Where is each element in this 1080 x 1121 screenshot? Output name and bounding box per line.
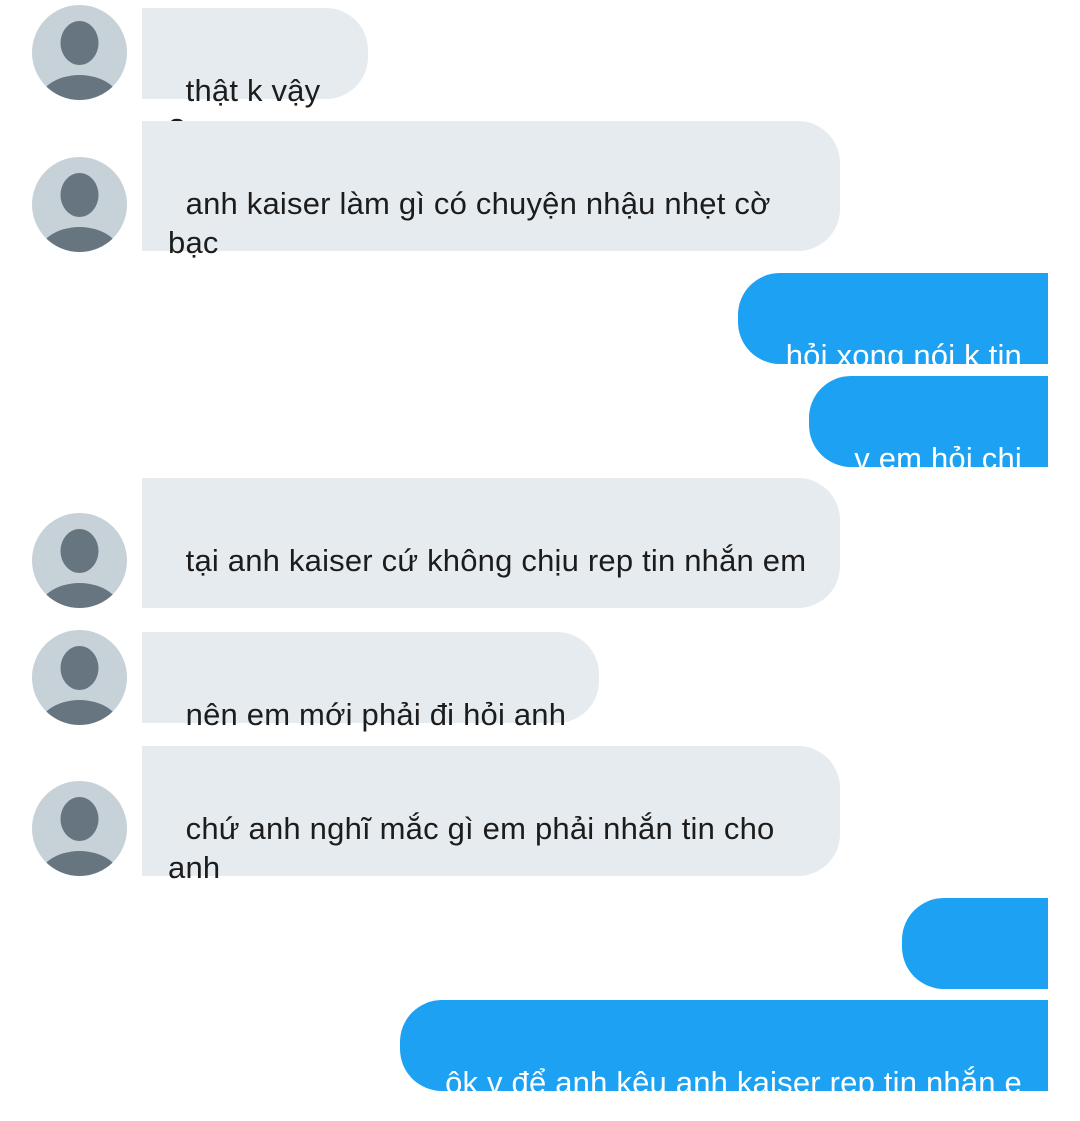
default-profile-icon [38, 646, 121, 725]
avatar[interactable] [32, 781, 127, 876]
default-profile-icon [38, 797, 121, 876]
outgoing-message-bubble[interactable]: ??? [902, 898, 1048, 1119]
outgoing-message-bubble[interactable]: v em hỏi chi [809, 376, 1048, 476]
avatar[interactable] [32, 157, 127, 252]
incoming-message-bubble[interactable]: tại anh kaiser cứ không chịu rep tin nhắ… [142, 478, 840, 608]
message-text: v em hỏi chi [854, 441, 1022, 476]
message-text: ôk v để anh kêu anh kaiser rep tin nhắn … [445, 1065, 1022, 1100]
default-profile-icon [38, 21, 121, 100]
incoming-message-bubble[interactable]: nên em mới phải đi hỏi anh [142, 632, 599, 732]
default-profile-icon [38, 173, 121, 252]
avatar[interactable] [32, 630, 127, 725]
outgoing-message-bubble[interactable]: ôk v để anh kêu anh kaiser rep tin nhắn … [400, 1000, 1048, 1100]
message-text: nên em mới phải đi hỏi anh [185, 697, 567, 732]
avatar[interactable] [32, 513, 127, 608]
default-profile-icon [38, 529, 121, 608]
message-text: hỏi xong nói k tin [785, 338, 1022, 373]
incoming-message-bubble[interactable]: chứ anh nghĩ mắc gì em phải nhắn tin cho… [142, 746, 840, 885]
avatar[interactable] [32, 5, 127, 100]
incoming-message-bubble[interactable]: thật k vậy ? [142, 8, 368, 147]
outgoing-message-bubble[interactable]: hỏi xong nói k tin [738, 273, 1048, 373]
incoming-message-bubble[interactable]: anh kaiser làm gì có chuyện nhậu nhẹt cờ… [142, 121, 840, 260]
message-text: chứ anh nghĩ mắc gì em phải nhắn tin cho… [168, 811, 784, 885]
message-text: anh kaiser làm gì có chuyện nhậu nhẹt cờ… [168, 186, 780, 260]
message-text: tại anh kaiser cứ không chịu rep tin nhắ… [185, 543, 807, 578]
